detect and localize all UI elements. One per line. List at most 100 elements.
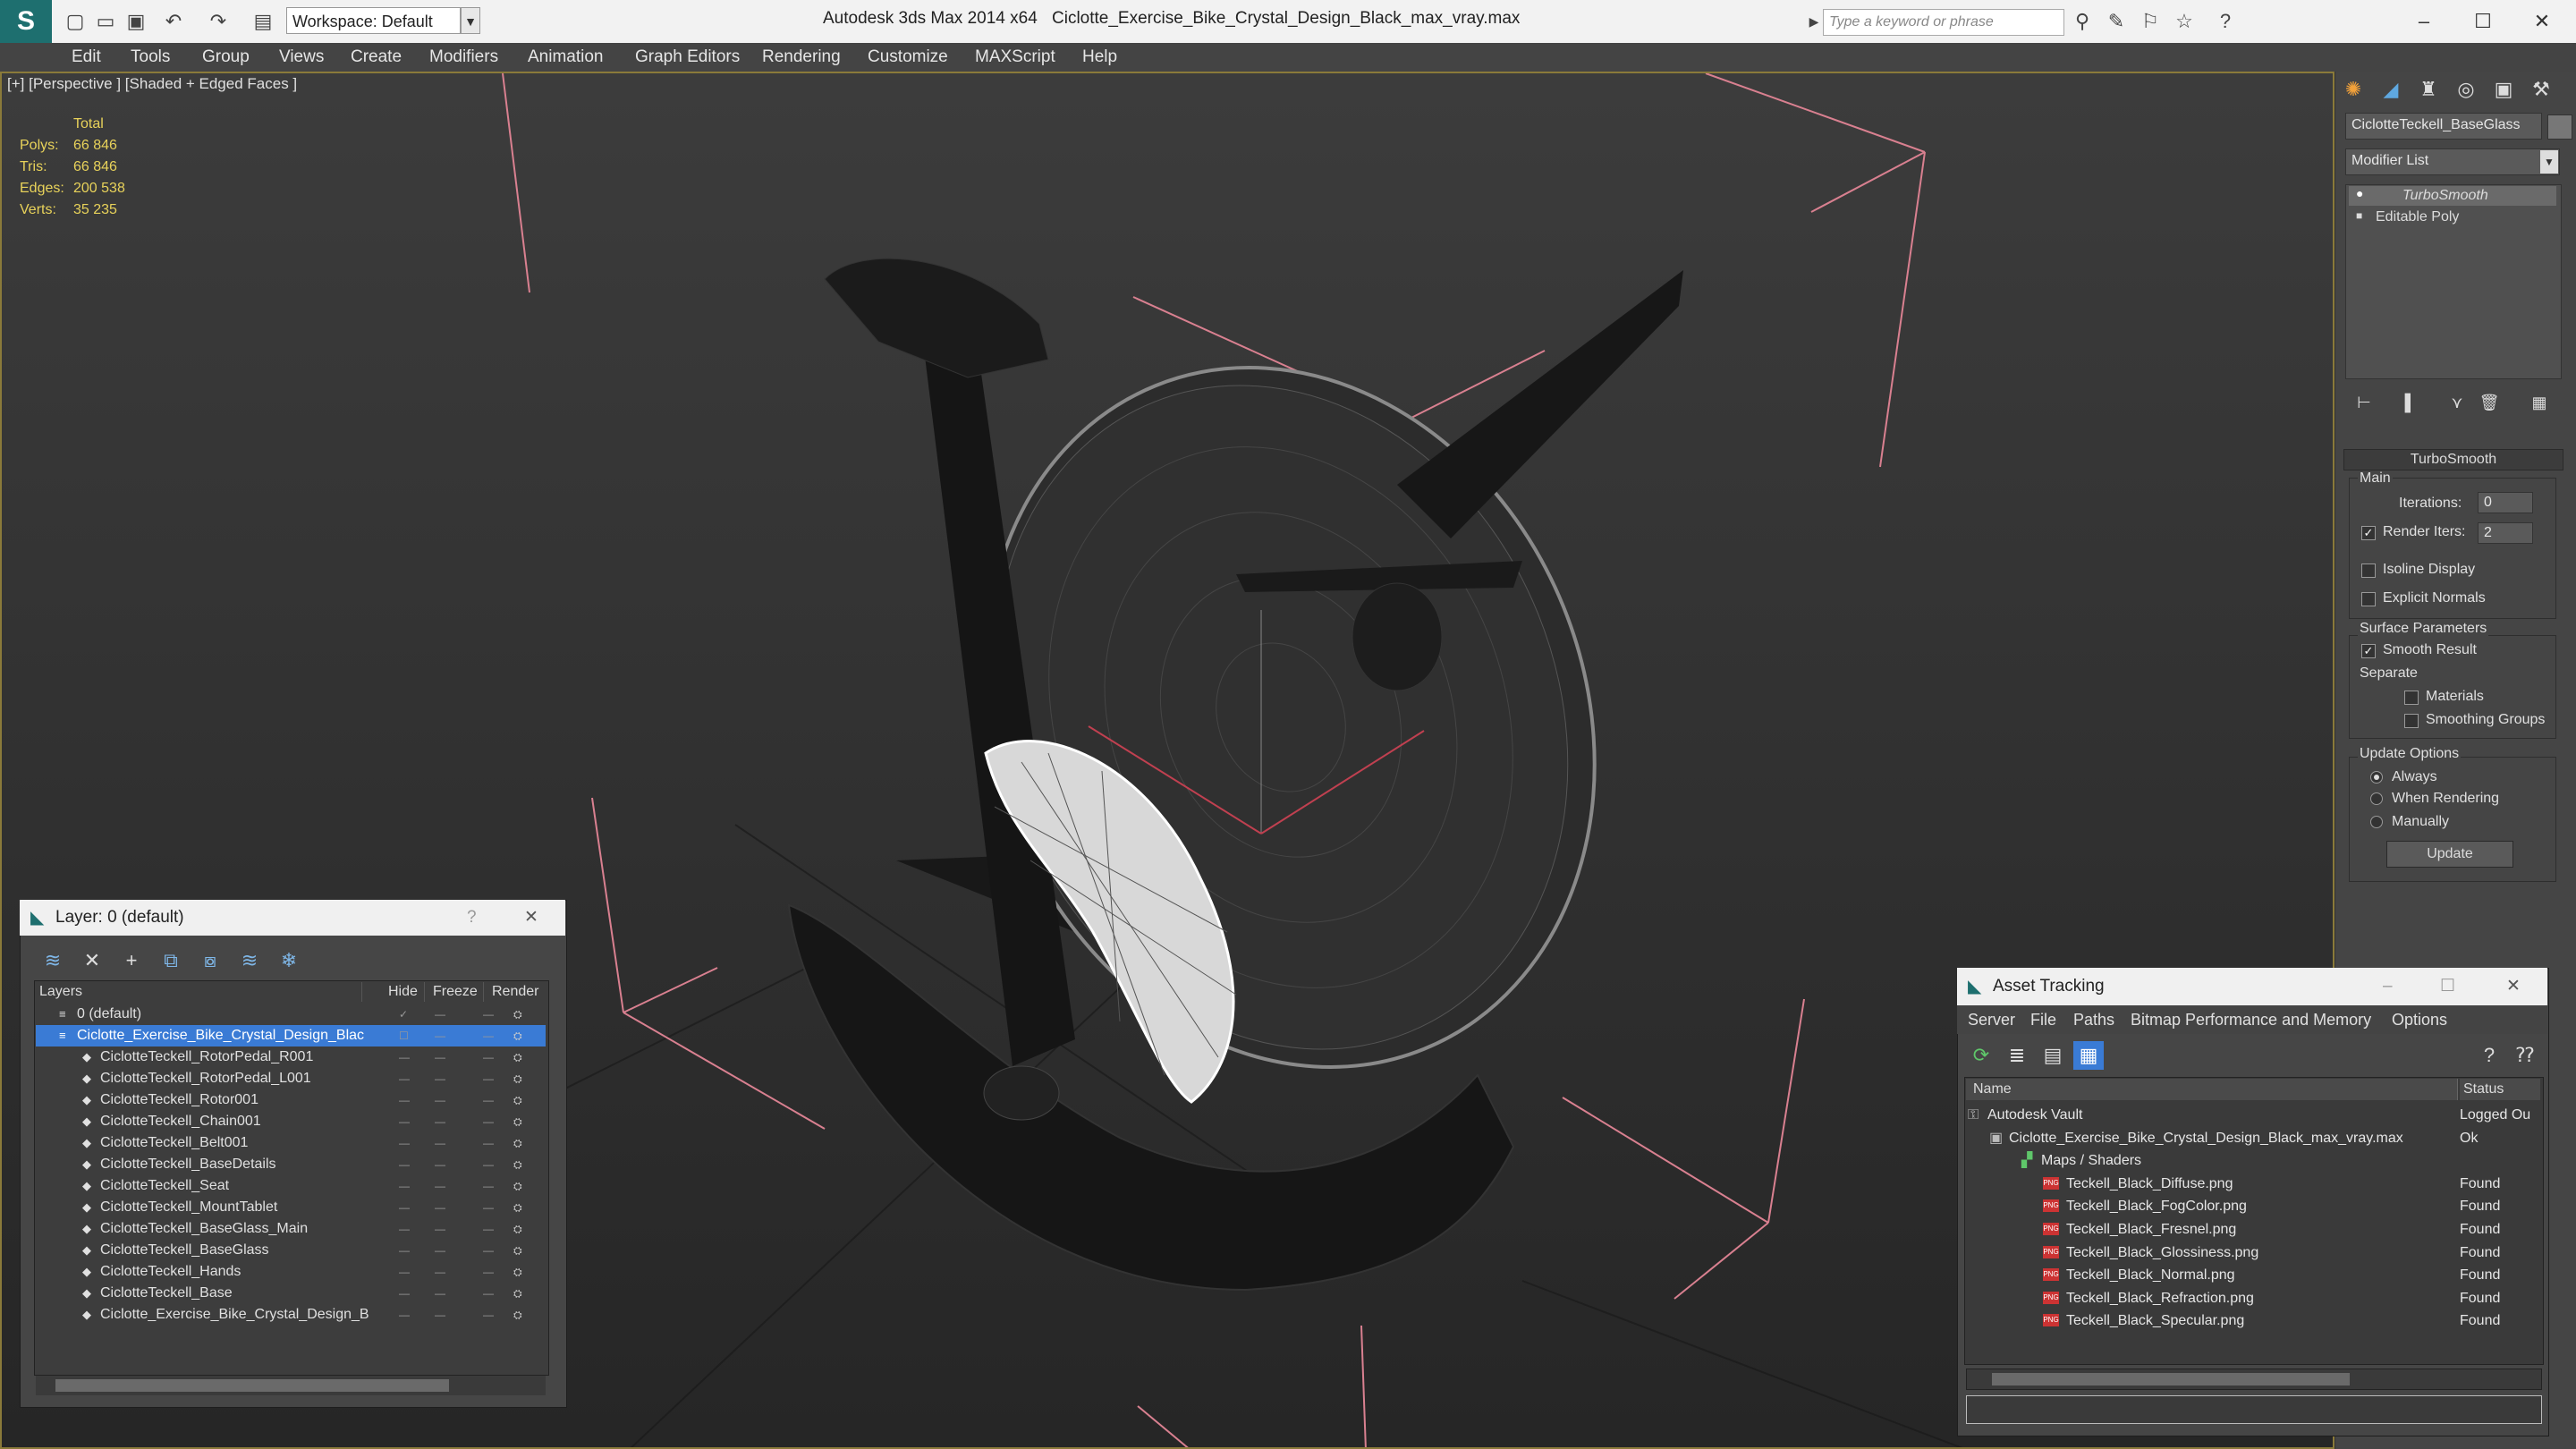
communication-center-icon[interactable]: ✎ — [2104, 9, 2129, 34]
active-layer-toggle[interactable]: — — [399, 1261, 410, 1283]
render-toggle-icon[interactable]: ⛭ — [513, 1089, 522, 1111]
maximize-button[interactable]: ☐ — [2456, 4, 2510, 39]
help-icon[interactable]: ? — [2213, 9, 2238, 34]
active-layer-toggle[interactable]: — — [399, 1175, 410, 1197]
render-toggle-icon[interactable]: ⛭ — [513, 1240, 522, 1261]
freeze-toggle[interactable]: — — [483, 1175, 494, 1197]
menu-animation[interactable]: Animation — [528, 43, 604, 72]
add-to-layer-icon[interactable]: + — [116, 946, 147, 975]
minimize-button[interactable]: – — [2397, 4, 2451, 39]
context-help-icon[interactable]: ⁇ — [2510, 1041, 2540, 1070]
workspace-select[interactable]: Workspace: Default — [286, 7, 461, 34]
render-toggle-icon[interactable]: ⛭ — [513, 1025, 522, 1046]
select-objects-icon[interactable]: ⧉ — [156, 946, 186, 975]
render-toggle-icon[interactable]: ⛭ — [513, 1068, 522, 1089]
layer-hscrollbar[interactable] — [36, 1376, 546, 1395]
freeze-toggle[interactable]: — — [483, 1218, 494, 1240]
render-toggle-icon[interactable]: ⛭ — [513, 1111, 522, 1132]
asset-row[interactable]: PNG Teckell_Black_Glossiness.png Found — [1966, 1241, 2540, 1264]
explicit-normals-checkbox[interactable] — [2361, 592, 2376, 606]
freeze-toggle[interactable]: — — [483, 1046, 494, 1068]
minimize-button[interactable]: – — [2383, 968, 2393, 1005]
pin-stack-icon[interactable]: ⊢ — [2347, 386, 2381, 419]
modifier-list-select[interactable]: Modifier List — [2345, 148, 2560, 175]
layer-row[interactable]: ◆ CiclotteTeckell_Chain001 — — — ⛭ — [36, 1111, 546, 1132]
stack-item-turbosmooth[interactable]: ● TurboSmooth — [2349, 186, 2556, 206]
freeze-toggle[interactable]: — — [483, 1197, 494, 1218]
hide-toggle[interactable]: — — [435, 1132, 445, 1154]
freeze-toggle[interactable]: — — [483, 1068, 494, 1089]
menu-modifiers[interactable]: Modifiers — [429, 43, 498, 72]
menu-graph-editors[interactable]: Graph Editors — [635, 43, 740, 72]
save-icon[interactable]: ▣ — [123, 9, 148, 34]
asset-row[interactable]: PNG Teckell_Black_FogColor.png Found — [1966, 1195, 2540, 1217]
close-button[interactable]: ✕ — [2515, 4, 2569, 39]
render-toggle-icon[interactable]: ⛭ — [513, 1132, 522, 1154]
chevron-down-icon[interactable]: ▼ — [2540, 150, 2558, 174]
hide-toggle[interactable]: — — [435, 1068, 445, 1089]
menu-group[interactable]: Group — [202, 43, 250, 72]
undo-icon[interactable]: ↶ — [161, 9, 186, 34]
layer-dialog-titlebar[interactable]: ◣ Layer: 0 (default) ? ✕ — [20, 900, 565, 936]
layer-row[interactable]: ◆ CiclotteTeckell_Hands — — — ⛭ — [36, 1261, 546, 1283]
render-toggle-icon[interactable]: ⛭ — [513, 1283, 522, 1304]
col-freeze[interactable]: Freeze — [433, 982, 484, 1002]
col-status[interactable]: Status — [2460, 1079, 2540, 1100]
active-layer-toggle[interactable]: — — [399, 1197, 410, 1218]
asset-row[interactable]: ▞ Maps / Shaders — [1966, 1149, 2540, 1172]
menu-customize[interactable]: Customize — [868, 43, 948, 72]
asset-row[interactable]: ⚿ Autodesk Vault Logged Ou — [1966, 1104, 2540, 1126]
active-layer-toggle[interactable]: — — [399, 1089, 410, 1111]
freeze-toggle[interactable]: — — [483, 1261, 494, 1283]
favorites-icon[interactable]: ☆ — [2172, 9, 2197, 34]
redo-icon[interactable]: ↷ — [206, 9, 231, 34]
viewport-label[interactable]: [+] [Perspective ] [Shaded + Edged Faces… — [7, 75, 297, 93]
layer-row[interactable]: ◆ CiclotteTeckell_BaseGlass — — — ⛭ — [36, 1240, 546, 1261]
utilities-tab-icon[interactable]: ⚒ — [2524, 73, 2558, 106]
freeze-toggle[interactable]: — — [483, 1089, 494, 1111]
active-layer-toggle[interactable]: — — [399, 1218, 410, 1240]
menu-create[interactable]: Create — [351, 43, 402, 72]
hide-toggle[interactable]: — — [435, 1197, 445, 1218]
render-toggle-icon[interactable]: ⛭ — [513, 1197, 522, 1218]
rollout-turbosmooth[interactable]: TurboSmooth — [2343, 449, 2563, 470]
layer-row[interactable]: ◆ Ciclotte_Exercise_Bike_Crystal_Design_B… — [36, 1304, 546, 1326]
render-toggle-icon[interactable]: ⛭ — [513, 1175, 522, 1197]
render-iters-spinner[interactable]: 2 — [2478, 522, 2533, 544]
grid-view-icon[interactable]: ▦ — [2073, 1041, 2104, 1070]
list-view-icon[interactable]: ≣ — [2002, 1041, 2032, 1070]
active-layer-toggle[interactable]: — — [399, 1046, 410, 1068]
active-layer-toggle[interactable]: — — [399, 1240, 410, 1261]
asset-row[interactable]: PNG Teckell_Black_Fresnel.png Found — [1966, 1218, 2540, 1241]
menu-maxscript[interactable]: MAXScript — [975, 43, 1055, 72]
materials-checkbox[interactable] — [2404, 691, 2419, 705]
layer-row[interactable]: ◆ CiclotteTeckell_Rotor001 — — — ⛭ — [36, 1089, 546, 1111]
render-toggle-icon[interactable]: ⛭ — [513, 1046, 522, 1068]
new-file-icon[interactable]: ▢ — [63, 9, 88, 34]
help-button[interactable]: ? — [467, 900, 477, 936]
menu-server[interactable]: Server — [1968, 1005, 2015, 1034]
freeze-toggle[interactable]: — — [483, 1304, 494, 1326]
help-icon[interactable]: ? — [2474, 1041, 2504, 1070]
update-button[interactable]: Update — [2386, 841, 2513, 868]
asset-row[interactable]: ▣ Ciclotte_Exercise_Bike_Crystal_Design_B… — [1966, 1127, 2540, 1149]
col-name[interactable]: Name — [1966, 1079, 2458, 1100]
menu-paths[interactable]: Paths — [2073, 1005, 2114, 1034]
scroll-thumb[interactable] — [55, 1379, 449, 1392]
chevron-down-icon[interactable]: ▼ — [461, 7, 480, 34]
asset-row[interactable]: PNG Teckell_Black_Specular.png Found — [1966, 1309, 2540, 1332]
hide-toggle[interactable]: — — [435, 1240, 445, 1261]
open-file-icon[interactable]: ▭ — [93, 9, 118, 34]
close-button[interactable]: ✕ — [524, 900, 538, 936]
col-render[interactable]: Render — [492, 982, 542, 1002]
render-toggle-icon[interactable]: ⛭ — [513, 1304, 522, 1326]
col-hide[interactable]: Hide — [388, 982, 425, 1002]
hide-toggle[interactable]: — — [435, 1154, 445, 1175]
new-layer-icon[interactable]: ≋ — [38, 946, 68, 975]
hide-toggle[interactable]: — — [435, 1175, 445, 1197]
render-toggle-icon[interactable]: ⛭ — [513, 1154, 522, 1175]
configure-sets-icon[interactable]: ▦ — [2522, 386, 2556, 419]
layer-row[interactable]: ≡ 0 (default) ✓ — — ⛭ — [36, 1004, 546, 1025]
layer-row[interactable]: ≡ Ciclotte_Exercise_Bike_Crystal_Design_B… — [36, 1025, 546, 1046]
object-color-swatch[interactable] — [2547, 114, 2572, 140]
